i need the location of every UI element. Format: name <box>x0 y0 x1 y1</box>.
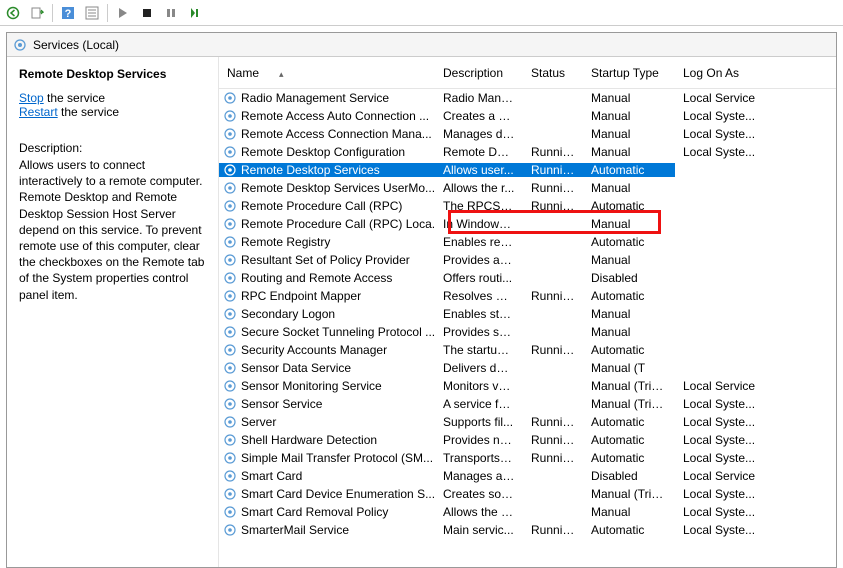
gear-icon <box>223 343 237 357</box>
gear-icon <box>223 487 237 501</box>
col-desc[interactable]: Description <box>435 66 523 80</box>
svg-text:?: ? <box>65 8 72 20</box>
gear-icon <box>223 451 237 465</box>
selected-service-title: Remote Desktop Services <box>19 67 206 81</box>
table-row[interactable]: Remote Desktop ServicesAllows user...Run… <box>219 161 836 179</box>
stop-tail: the service <box>44 91 105 105</box>
table-row[interactable]: RPC Endpoint MapperResolves RP...Running… <box>219 287 836 305</box>
gear-icon <box>223 289 237 303</box>
col-status[interactable]: Status <box>523 66 583 80</box>
gear-icon <box>223 109 237 123</box>
table-row[interactable]: Smart CardManages ac...DisabledLocal Ser… <box>219 467 836 485</box>
gear-icon <box>223 163 237 177</box>
right-pane: Name Description Status Startup Type Log… <box>219 57 836 567</box>
gear-icon <box>223 217 237 231</box>
separator <box>52 4 53 22</box>
gear-icon <box>223 127 237 141</box>
table-row[interactable]: Secondary LogonEnables star...Manual <box>219 305 836 323</box>
table-row[interactable]: ServerSupports fil...RunningAutomaticLoc… <box>219 413 836 431</box>
gear-icon <box>223 181 237 195</box>
col-type[interactable]: Startup Type <box>583 66 675 80</box>
separator <box>107 4 108 22</box>
frame-header: Services (Local) <box>7 33 836 57</box>
left-pane: Remote Desktop Services Stop the service… <box>7 57 219 567</box>
table-row[interactable]: Remote Procedure Call (RPC) Loca...In Wi… <box>219 215 836 233</box>
table-row[interactable]: Security Accounts ManagerThe startup ...… <box>219 341 836 359</box>
gear-icon <box>223 397 237 411</box>
table-header: Name Description Status Startup Type Log… <box>219 57 836 89</box>
table-row[interactable]: Simple Mail Transfer Protocol (SM...Tran… <box>219 449 836 467</box>
table-row[interactable]: Remote Desktop ConfigurationRemote Des..… <box>219 143 836 161</box>
table-row[interactable]: Sensor ServiceA service fo...Manual (Tri… <box>219 395 836 413</box>
table-row[interactable]: Radio Management ServiceRadio Mana...Man… <box>219 89 836 107</box>
toolbar: ? <box>0 0 843 26</box>
desc-text: Allows users to connect interactively to… <box>19 157 206 303</box>
table-row[interactable]: Remote Access Connection Mana...Manages … <box>219 125 836 143</box>
table-row[interactable]: Remote RegistryEnables rem...Automatic <box>219 233 836 251</box>
table-row[interactable]: Sensor Monitoring ServiceMonitors va...M… <box>219 377 836 395</box>
table-row[interactable]: Smart Card Removal PolicyAllows the s...… <box>219 503 836 521</box>
gear-icon <box>223 307 237 321</box>
table-row[interactable]: Routing and Remote AccessOffers routi...… <box>219 269 836 287</box>
restart-icon[interactable] <box>186 4 204 22</box>
stop-icon[interactable] <box>138 4 156 22</box>
restart-link[interactable]: Restart <box>19 105 58 119</box>
gear-icon <box>223 523 237 537</box>
start-icon[interactable] <box>114 4 132 22</box>
table-row[interactable]: Remote Desktop Services UserMo...Allows … <box>219 179 836 197</box>
main-frame: Services (Local) Remote Desktop Services… <box>6 32 837 568</box>
table-row[interactable]: Sensor Data ServiceDelivers dat...Manual… <box>219 359 836 377</box>
gear-icon <box>223 91 237 105</box>
table-row[interactable]: Smart Card Device Enumeration S...Create… <box>219 485 836 503</box>
help-icon[interactable]: ? <box>59 4 77 22</box>
col-name[interactable]: Name <box>219 66 435 80</box>
service-rows: Radio Management ServiceRadio Mana...Man… <box>219 89 836 539</box>
table-row[interactable]: Remote Access Auto Connection ...Creates… <box>219 107 836 125</box>
gear-icon <box>223 505 237 519</box>
gear-icon <box>223 361 237 375</box>
export-icon[interactable] <box>28 4 46 22</box>
desc-label: Description: <box>19 141 206 155</box>
gear-icon <box>223 145 237 159</box>
gear-icon <box>223 199 237 213</box>
gear-icon <box>223 253 237 267</box>
pause-icon[interactable] <box>162 4 180 22</box>
gear-icon <box>223 415 237 429</box>
gear-icon <box>223 271 237 285</box>
gear-icon <box>223 469 237 483</box>
table-row[interactable]: SmarterMail ServiceMain servic...Running… <box>219 521 836 539</box>
table-row[interactable]: Secure Socket Tunneling Protocol ...Prov… <box>219 323 836 341</box>
table-row[interactable]: Remote Procedure Call (RPC)The RPCSS ...… <box>219 197 836 215</box>
stop-link[interactable]: Stop <box>19 91 44 105</box>
properties-icon[interactable] <box>83 4 101 22</box>
gear-icon <box>13 38 27 52</box>
gear-icon <box>223 433 237 447</box>
frame-title: Services (Local) <box>33 38 119 52</box>
restart-tail: the service <box>58 105 119 119</box>
col-logon[interactable]: Log On As <box>675 66 765 80</box>
gear-icon <box>223 325 237 339</box>
table-row[interactable]: Resultant Set of Policy ProviderProvides… <box>219 251 836 269</box>
gear-icon <box>223 235 237 249</box>
back-icon[interactable] <box>4 4 22 22</box>
table-row[interactable]: Shell Hardware DetectionProvides no...Ru… <box>219 431 836 449</box>
gear-icon <box>223 379 237 393</box>
